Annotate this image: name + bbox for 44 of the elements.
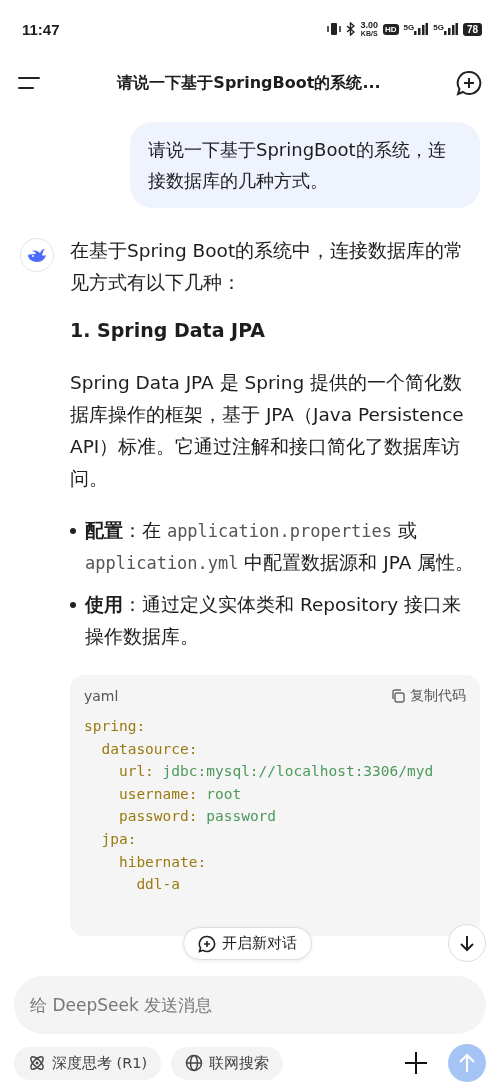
network-type: 5G [433, 23, 444, 32]
code-line: url: jdbc:mysql://localhost:3306/myd [117, 762, 434, 782]
bullet-text: 配置：在 application.properties 或 application.yml 中配置数据源和 JPA 属性。 [85, 519, 476, 575]
message-input[interactable]: 给 DeepSeek 发送消息 [14, 976, 486, 1034]
plus-icon[interactable] [404, 1051, 428, 1075]
bullet-icon [70, 602, 76, 608]
code-line: jpa: [100, 829, 137, 849]
atom-icon [28, 1054, 46, 1072]
code-line: ddl-a [135, 875, 181, 895]
network-speed: 3.00 [360, 21, 378, 30]
code-line: datasource: [100, 739, 198, 759]
whale-icon [27, 247, 47, 263]
code-line: password: password [117, 807, 277, 827]
bullet-icon [70, 528, 76, 534]
new-chat-button[interactable]: 开启新对话 [183, 927, 312, 960]
mode-chip[interactable]: 深度思考 (R1) [14, 1046, 162, 1080]
status-time: 11:47 [22, 20, 60, 38]
arrow-down-icon [458, 934, 476, 952]
globe-icon [185, 1054, 204, 1072]
new-chat-icon [198, 934, 216, 953]
copy-code-button[interactable]: 复制代码 [391, 687, 466, 705]
code-line: username: root [117, 784, 242, 804]
bluetooth-icon [346, 22, 356, 36]
code-language: yaml [84, 688, 119, 704]
answer-paragraph: 在基于Spring Boot的系统中，连接数据库的常见方式有以下几种： [70, 239, 465, 295]
copy-icon [391, 689, 405, 703]
code-line: hibernate: [117, 852, 207, 872]
chat-title: 请说一下基于SpringBoot的系统... [117, 72, 381, 94]
arrow-up-icon [458, 1053, 476, 1073]
section-heading: 1. Spring Data JPA [70, 319, 267, 341]
menu-icon[interactable] [18, 76, 42, 90]
mode-chip[interactable]: 联网搜索 [171, 1046, 284, 1080]
network-type: 5G [403, 23, 415, 32]
code-line: spring: [84, 717, 146, 736]
vibrate-icon [327, 22, 342, 36]
hd-badge: HD [382, 23, 399, 35]
bullet-text: 使用：通过定义实体类和 Repository 接口来操作数据库。 [85, 593, 463, 649]
battery-level: 78 [462, 22, 482, 36]
answer-paragraph: Spring Data JPA 是 Spring 提供的一个简化数据库操作的框架，基于 JPA（Java Persistence API）标准。它通过注解和接口简化了数据库访问。 [70, 371, 465, 491]
signal-icon [414, 23, 429, 35]
new-chat-icon[interactable] [456, 70, 482, 96]
user-message: 请说一下基于SpringBoot的系统，连接数据库的几种方式。 [130, 122, 480, 208]
scroll-down-button[interactable] [448, 924, 486, 962]
signal-icon [443, 23, 458, 35]
